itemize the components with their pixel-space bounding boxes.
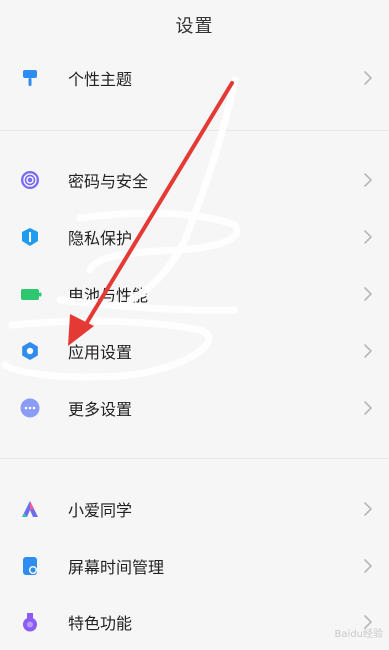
settings-item-apps[interactable]: 应用设置 xyxy=(0,323,389,379)
settings-item-label: 电池与性能 xyxy=(68,286,149,305)
paintbrush-icon xyxy=(20,68,40,88)
settings-item-screentime[interactable]: 屏幕时间管理 xyxy=(0,538,389,594)
chevron-right-icon xyxy=(363,70,373,86)
settings-item-theme[interactable]: 个性主题 xyxy=(0,50,389,106)
settings-item-more[interactable]: 更多设置 xyxy=(0,380,389,436)
settings-item-label: 小爱同学 xyxy=(68,501,133,520)
settings-item-label: 隐私保护 xyxy=(68,229,133,248)
chevron-right-icon xyxy=(363,501,373,517)
settings-item-label: 应用设置 xyxy=(68,343,133,362)
chevron-right-icon xyxy=(363,400,373,416)
settings-item-privacy[interactable]: 隐私保护 xyxy=(0,209,389,265)
watermark: Baidu经验 xyxy=(334,629,383,640)
section-divider xyxy=(0,458,389,459)
flask-icon xyxy=(20,612,40,632)
settings-item-label: 个性主题 xyxy=(68,70,133,89)
gear-icon xyxy=(20,341,40,361)
chevron-right-icon xyxy=(363,286,373,302)
fingerprint-icon xyxy=(20,170,40,190)
settings-item-label: 屏幕时间管理 xyxy=(68,558,165,577)
settings-item-xiaoai[interactable]: 小爱同学 xyxy=(0,481,389,537)
settings-item-label: 特色功能 xyxy=(68,614,133,633)
settings-item-label: 密码与安全 xyxy=(68,172,149,191)
chevron-right-icon xyxy=(363,172,373,188)
settings-item-label: 更多设置 xyxy=(68,400,133,419)
more-dots-icon xyxy=(20,398,40,418)
section-divider xyxy=(0,130,389,131)
settings-item-security[interactable]: 密码与安全 xyxy=(0,152,389,208)
settings-item-battery[interactable]: 电池与性能 xyxy=(0,266,389,322)
page-title: 设置 xyxy=(175,16,214,37)
hourglass-icon xyxy=(20,556,40,576)
chevron-right-icon xyxy=(363,229,373,245)
chevron-right-icon xyxy=(363,558,373,574)
chevron-right-icon xyxy=(363,343,373,359)
shield-icon xyxy=(20,227,40,247)
battery-icon xyxy=(20,284,42,304)
settings-item-features[interactable]: 特色功能 xyxy=(0,594,389,650)
xiaoai-icon xyxy=(20,499,40,519)
